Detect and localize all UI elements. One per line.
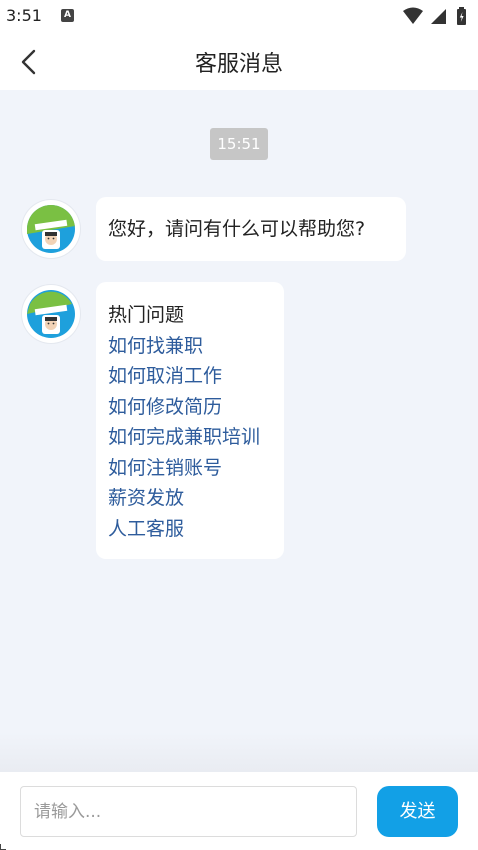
chevron-left-icon (21, 49, 36, 75)
faq-link-salary-payment[interactable]: 薪资发放 (108, 483, 272, 514)
back-button[interactable] (14, 46, 46, 78)
status-time: 3:51 (6, 6, 42, 25)
status-icons (402, 7, 468, 25)
agent-avatar (22, 200, 80, 258)
battery-charging-icon (457, 7, 466, 25)
corner-mark (0, 844, 6, 850)
agent-avatar-icon (27, 290, 75, 338)
notification-icon: A (61, 9, 74, 22)
faq-link-find-job[interactable]: 如何找兼职 (108, 331, 272, 362)
faq-title: 热门问题 (108, 304, 185, 326)
faq-link-edit-resume[interactable]: 如何修改简历 (108, 392, 272, 423)
wifi-icon (402, 7, 423, 24)
message-timestamp: 15:51 (210, 128, 268, 160)
status-bar: 3:51 A (0, 0, 478, 34)
faq-message-bubble: 热门问题 如何找兼职 如何取消工作 如何修改简历 如何完成兼职培训 如何注销账号… (96, 282, 284, 559)
faq-link-delete-account[interactable]: 如何注销账号 (108, 453, 272, 484)
message-text: 您好，请问有什么可以帮助您? (108, 218, 366, 240)
faq-link-complete-training[interactable]: 如何完成兼职培训 (108, 422, 272, 453)
cellular-signal-icon (430, 9, 446, 24)
chat-area[interactable]: 15:51 您好，请问有什么可以帮助您? 热门问题 如何找兼职 如何取消工作 如… (0, 90, 478, 772)
page-title: 客服消息 (194, 52, 283, 77)
faq-link-cancel-job[interactable]: 如何取消工作 (108, 361, 272, 392)
send-button[interactable]: 发送 (377, 786, 458, 837)
agent-message-bubble: 您好，请问有什么可以帮助您? (96, 197, 406, 261)
message-input-bar: 发送 (0, 772, 478, 850)
faq-link-human-agent[interactable]: 人工客服 (108, 514, 272, 545)
agent-avatar (22, 285, 80, 343)
message-input[interactable] (20, 786, 357, 837)
agent-avatar-icon (27, 205, 75, 253)
header: 客服消息 (0, 34, 478, 90)
